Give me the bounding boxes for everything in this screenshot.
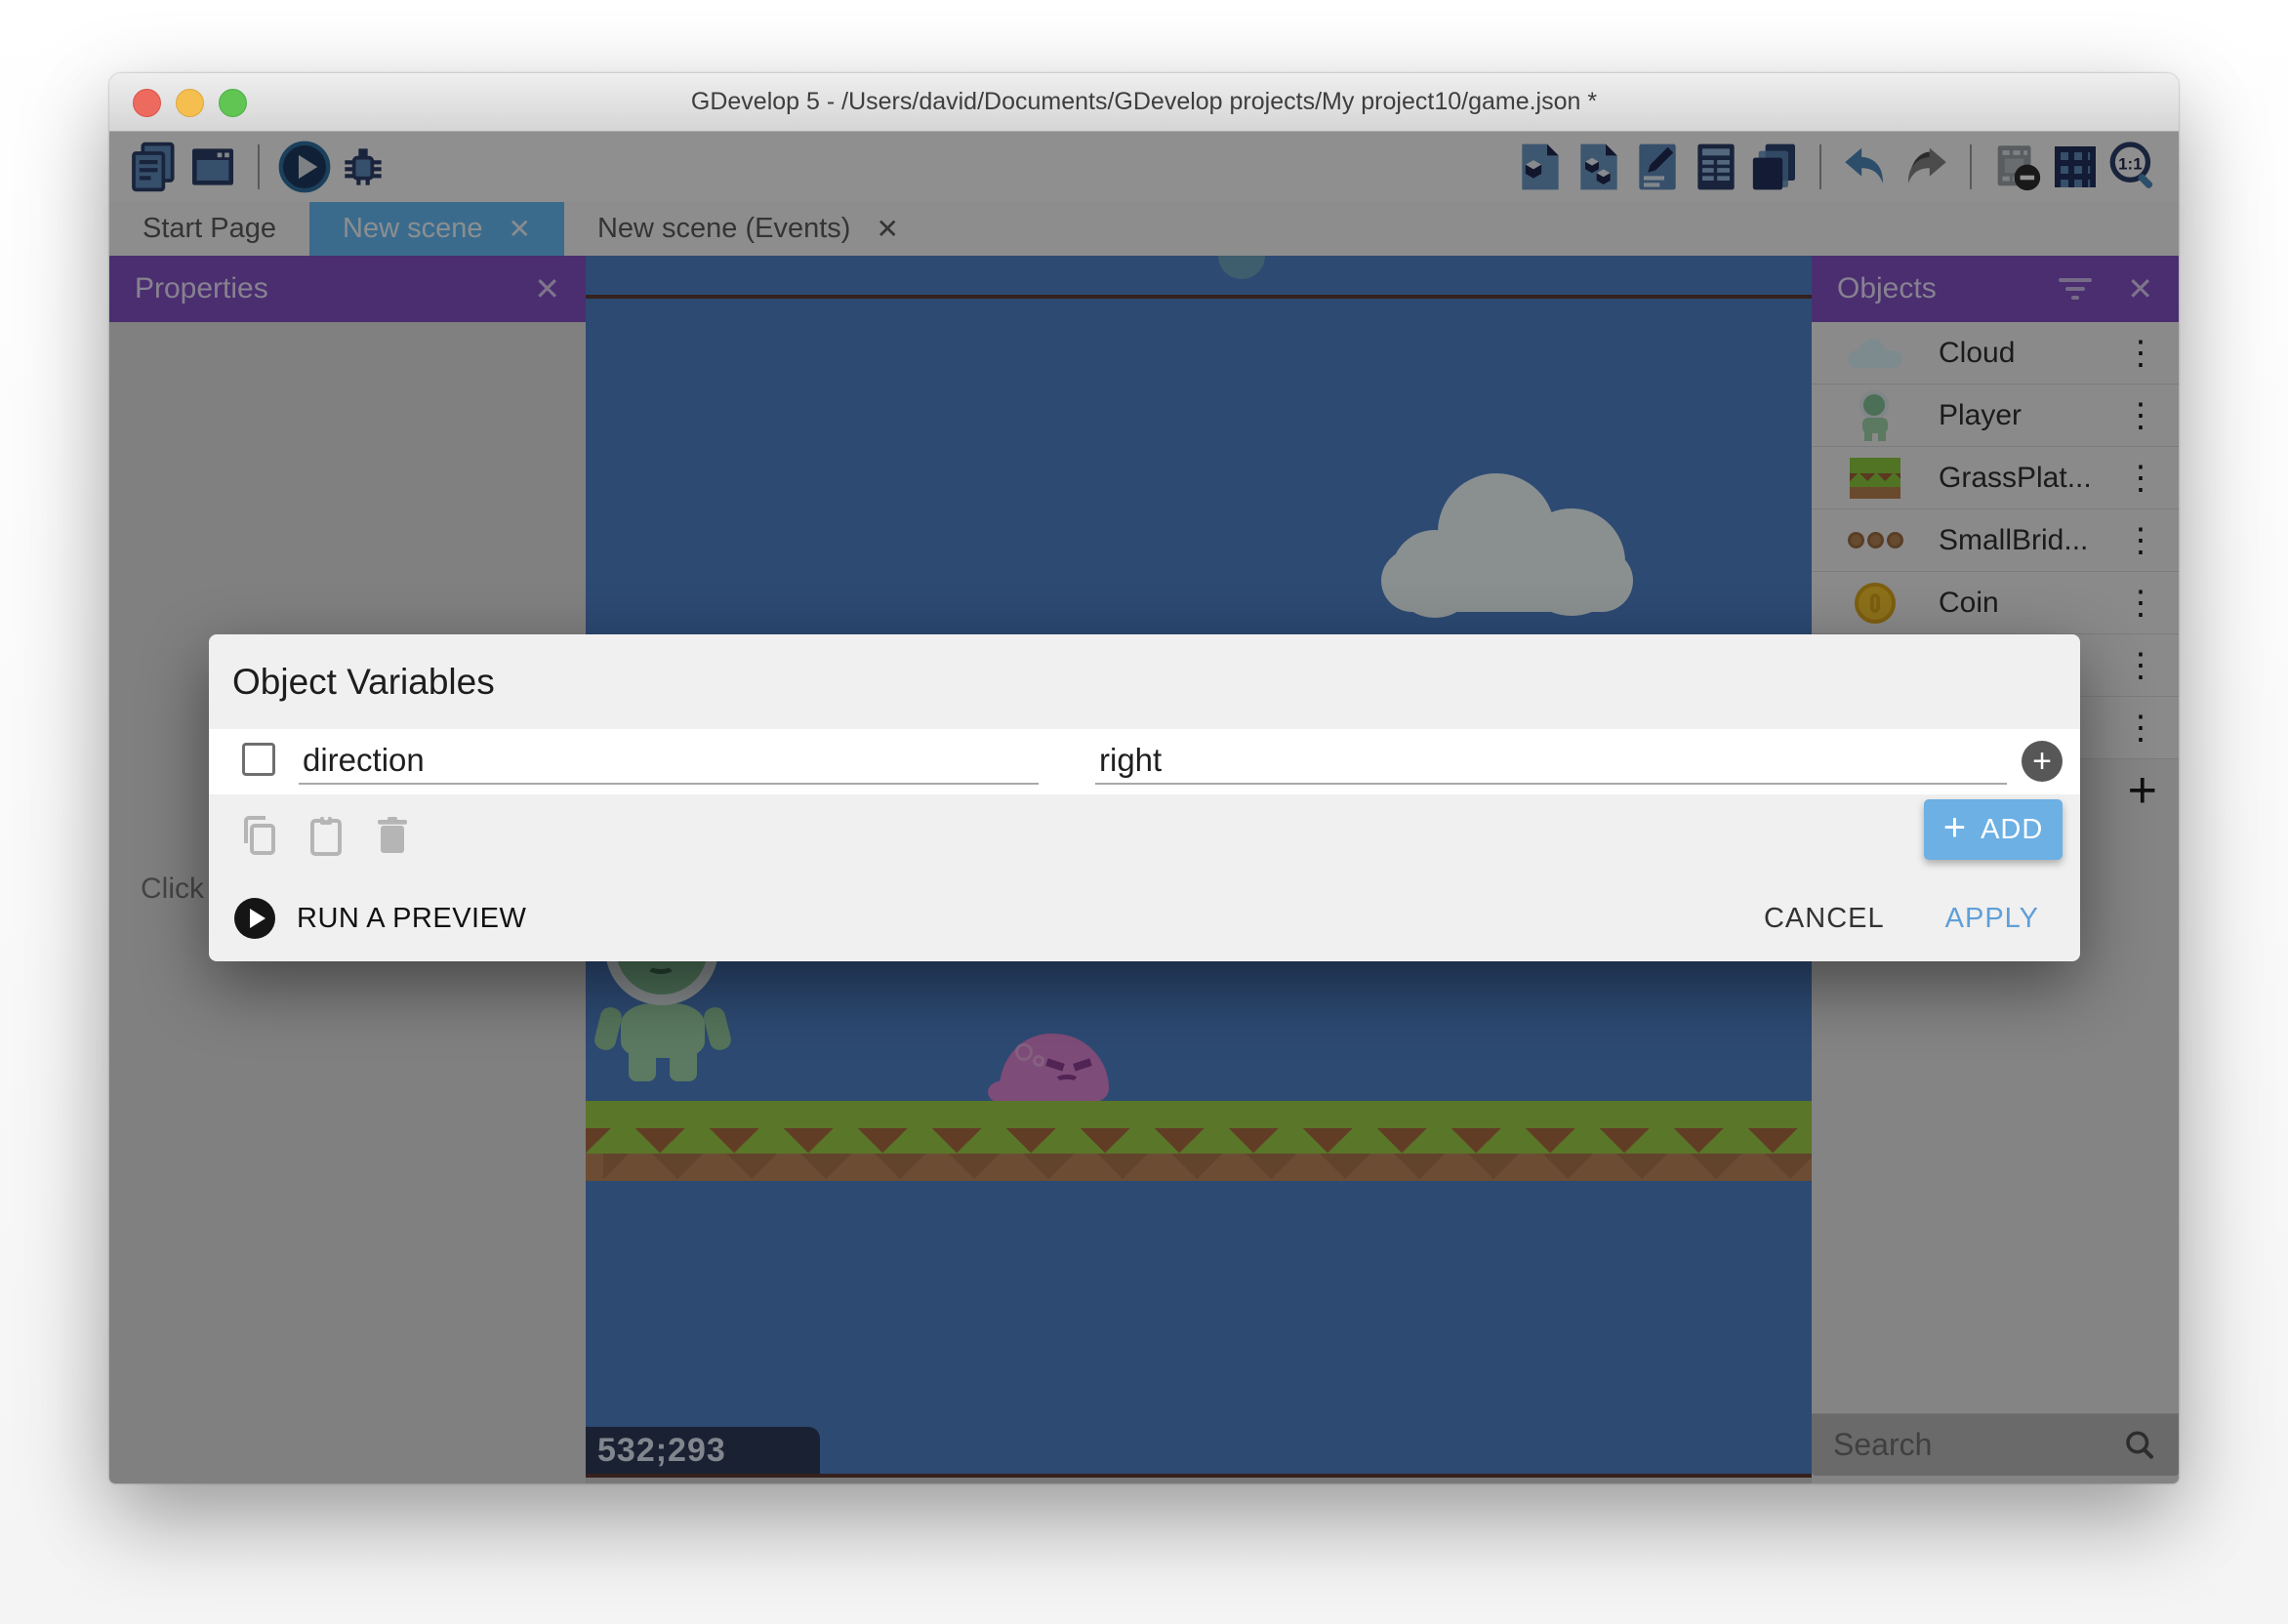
copy-icon[interactable] [236,812,283,859]
dialog-footer: RUN A PREVIEW CANCEL APPLY [209,875,2080,961]
paste-icon[interactable] [303,812,349,859]
add-child-variable-button[interactable]: + [2022,741,2063,782]
apply-button[interactable]: APPLY [1945,903,2039,935]
variable-value-input[interactable]: right [1095,738,2007,785]
window-title: GDevelop 5 - /Users/david/Documents/GDev… [691,88,1597,116]
delete-icon[interactable] [369,812,416,859]
plus-icon: + [1943,808,1967,847]
add-button-label: ADD [1981,814,2043,846]
add-variable-button[interactable]: + ADD [1924,799,2063,860]
traffic-lights [133,73,247,132]
maximize-window-button[interactable] [219,89,247,117]
play-preview-icon [234,898,275,939]
minimize-window-button[interactable] [176,89,204,117]
run-preview-label: RUN A PREVIEW [297,903,526,935]
dialog-header: Object Variables [209,634,2080,729]
titlebar: GDevelop 5 - /Users/david/Documents/GDev… [109,73,2179,132]
gdevelop-window: GDevelop 5 - /Users/david/Documents/GDev… [109,73,2179,1483]
variable-checkbox[interactable] [242,743,275,776]
desktop: GDevelop 5 - /Users/david/Documents/GDev… [0,0,2288,1624]
object-variables-dialog: Object Variables direction right + + ADD [209,634,2080,961]
variable-row: direction right + [209,729,2080,794]
close-window-button[interactable] [133,89,161,117]
dialog-toolbar [209,794,2080,875]
variable-name-input[interactable]: direction [299,738,1039,785]
cancel-button[interactable]: CANCEL [1764,903,1885,935]
run-preview-button[interactable]: RUN A PREVIEW [234,898,526,939]
dialog-title: Object Variables [232,662,495,703]
